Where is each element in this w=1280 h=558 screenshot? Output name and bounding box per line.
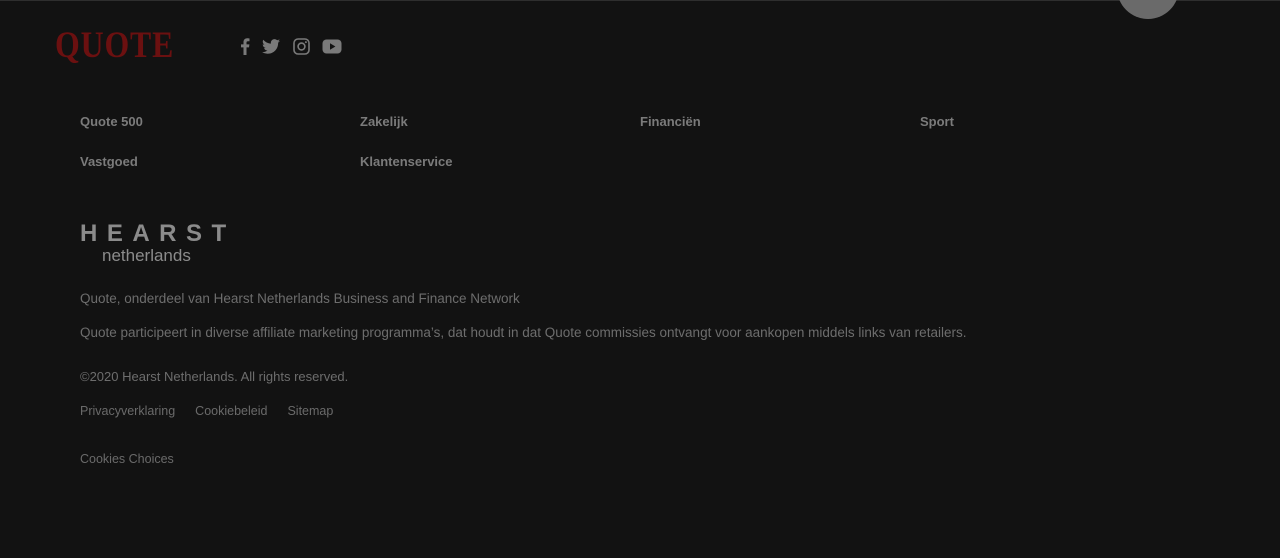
nav-item-vastgoed[interactable]: Vastgoed (80, 150, 360, 190)
hearst-netherlands-logo[interactable]: HEARST netherlands (80, 222, 232, 266)
nav-item-zakelijk[interactable]: Zakelijk (360, 110, 640, 150)
top-divider (0, 0, 1280, 1)
scroll-to-top-button[interactable] (1117, 0, 1179, 19)
legal-links: Privacyverklaring Cookiebeleid Sitemap (80, 403, 333, 419)
quote-logo[interactable]: QUOTE (55, 26, 174, 66)
youtube-icon[interactable] (319, 35, 345, 57)
sitemap-link[interactable]: Sitemap (287, 403, 333, 419)
hearst-wordmark: HEARST (80, 220, 236, 247)
network-description: Quote, onderdeel van Hearst Netherlands … (80, 291, 520, 306)
privacy-link[interactable]: Privacyverklaring (80, 403, 175, 419)
footer-nav: Quote 500 Zakelijk Financiën Sport Vastg… (80, 110, 1200, 190)
copyright-text: ©2020 Hearst Netherlands. All rights res… (80, 369, 349, 384)
nav-item-klantenservice[interactable]: Klantenservice (360, 150, 640, 190)
twitter-icon[interactable] (259, 35, 283, 57)
social-links (237, 35, 345, 57)
instagram-icon[interactable] (289, 35, 313, 57)
nav-item-quote-500[interactable]: Quote 500 (80, 110, 360, 150)
cookie-policy-link[interactable]: Cookiebeleid (195, 403, 267, 419)
affiliate-disclaimer: Quote participeert in diverse affiliate … (80, 325, 967, 340)
nav-item-financien[interactable]: Financiën (640, 110, 920, 150)
cookies-choices-link[interactable]: Cookies Choices (80, 451, 174, 467)
facebook-icon[interactable] (237, 35, 253, 57)
nav-item-sport[interactable]: Sport (920, 110, 1200, 150)
netherlands-wordmark: netherlands (102, 246, 191, 265)
